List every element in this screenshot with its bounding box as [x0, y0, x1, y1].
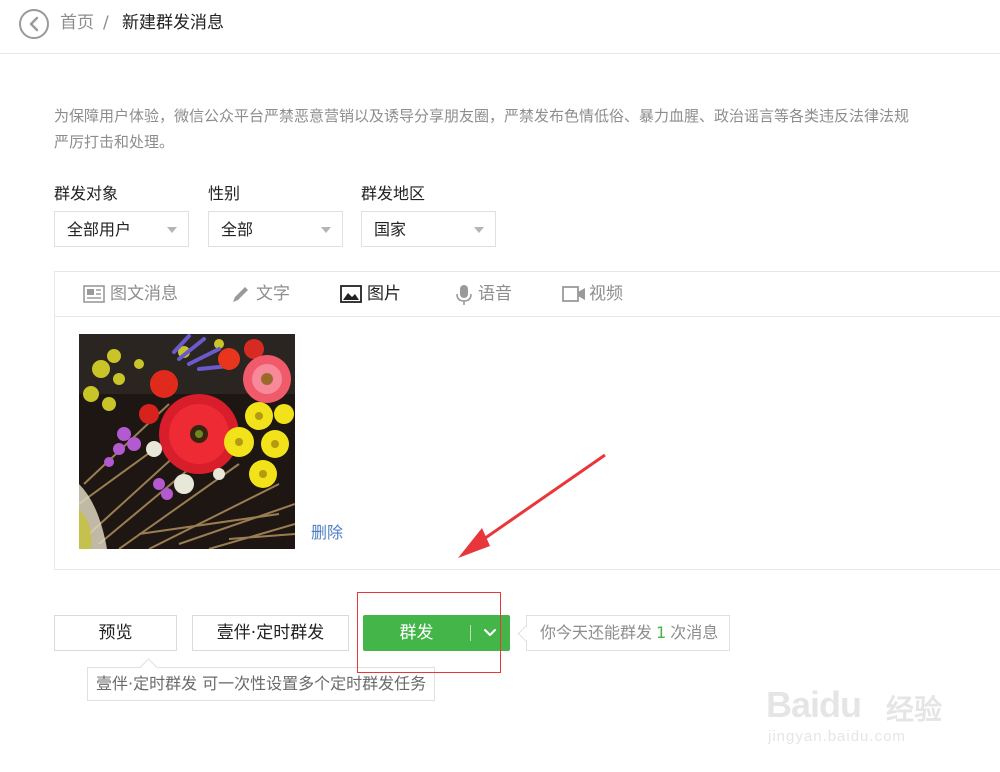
top-bar: 首页 / 新建群发消息 [0, 0, 1000, 54]
watermark: Baidu 经验 jingyan.baidu.com [766, 664, 996, 764]
back-button[interactable] [19, 9, 49, 39]
scheduled-send-button[interactable]: 壹伴·定时群发 [192, 615, 349, 651]
dropdown-caret-icon [321, 227, 331, 233]
dropdown-caret-icon [167, 227, 177, 233]
preview-button[interactable]: 预览 [54, 615, 177, 651]
pencil-icon [233, 287, 248, 302]
watermark-brand: Baidu [766, 684, 862, 725]
annotation-arrow-icon [458, 453, 606, 558]
send-button[interactable]: 群发 [363, 615, 510, 651]
tab-text-label: 文字 [256, 284, 290, 304]
tab-text[interactable]: 文字 [230, 283, 300, 305]
gender-label: 性别 [208, 184, 241, 203]
audience-select[interactable]: 全部用户 [54, 211, 189, 247]
message-type-tabs: 图文消息 文字 图片 语音 视频 [55, 272, 1000, 317]
tab-news[interactable]: 图文消息 [83, 283, 183, 305]
gender-select[interactable]: 全部 [208, 211, 343, 247]
news-icon [83, 285, 105, 303]
tab-voice[interactable]: 语音 [453, 283, 523, 305]
microphone-icon [456, 285, 472, 305]
audience-value: 全部用户 [67, 220, 132, 239]
quota-count: 1 [656, 623, 667, 642]
dropdown-caret-icon [474, 227, 484, 233]
breadcrumb-separator: / [103, 13, 109, 33]
tab-video-label: 视频 [589, 284, 623, 304]
tab-image[interactable]: 图片 [340, 283, 410, 305]
breadcrumb-home[interactable]: 首页 [60, 12, 94, 34]
tab-video[interactable]: 视频 [562, 283, 632, 305]
send-button-label: 群发 [399, 623, 434, 643]
gender-value: 全部 [221, 220, 254, 239]
region-label: 群发地区 [361, 184, 426, 203]
send-quota-hint: 你今天还能群发 1 次消息 [526, 615, 731, 651]
tab-news-label: 图文消息 [110, 284, 178, 304]
chevron-down-icon[interactable] [482, 626, 498, 640]
send-button-divider [470, 625, 471, 641]
quota-prefix: 你今天还能群发 [540, 623, 653, 642]
watermark-url: jingyan.baidu.com [768, 728, 906, 745]
policy-notice: 为保障用户体验，微信公众平台严禁恶意营销以及诱导分享朋友圈，严禁发布色情低俗、暴… [54, 103, 1000, 155]
tab-voice-label: 语音 [478, 284, 512, 304]
chevron-left-icon [29, 16, 39, 32]
video-icon [562, 286, 585, 302]
tab-image-label: 图片 [367, 284, 401, 304]
selected-image-thumbnail [79, 334, 295, 549]
quota-suffix: 次消息 [670, 623, 719, 642]
scheduled-send-tooltip: 壹伴·定时群发 可一次性设置多个定时群发任务 [87, 667, 436, 701]
policy-notice-line-2: 严厉打击和处理。 [54, 133, 175, 151]
image-icon [340, 285, 362, 303]
policy-notice-line-1: 为保障用户体验，微信公众平台严禁恶意营销以及诱导分享朋友圈，严禁发布色情低俗、暴… [54, 107, 910, 125]
audience-label: 群发对象 [54, 184, 119, 203]
page-title: 新建群发消息 [122, 13, 224, 33]
watermark-brand-cn: 经验 [886, 693, 943, 726]
delete-image-link[interactable]: 删除 [311, 522, 343, 544]
region-value: 国家 [374, 220, 407, 239]
region-select[interactable]: 国家 [361, 211, 496, 247]
